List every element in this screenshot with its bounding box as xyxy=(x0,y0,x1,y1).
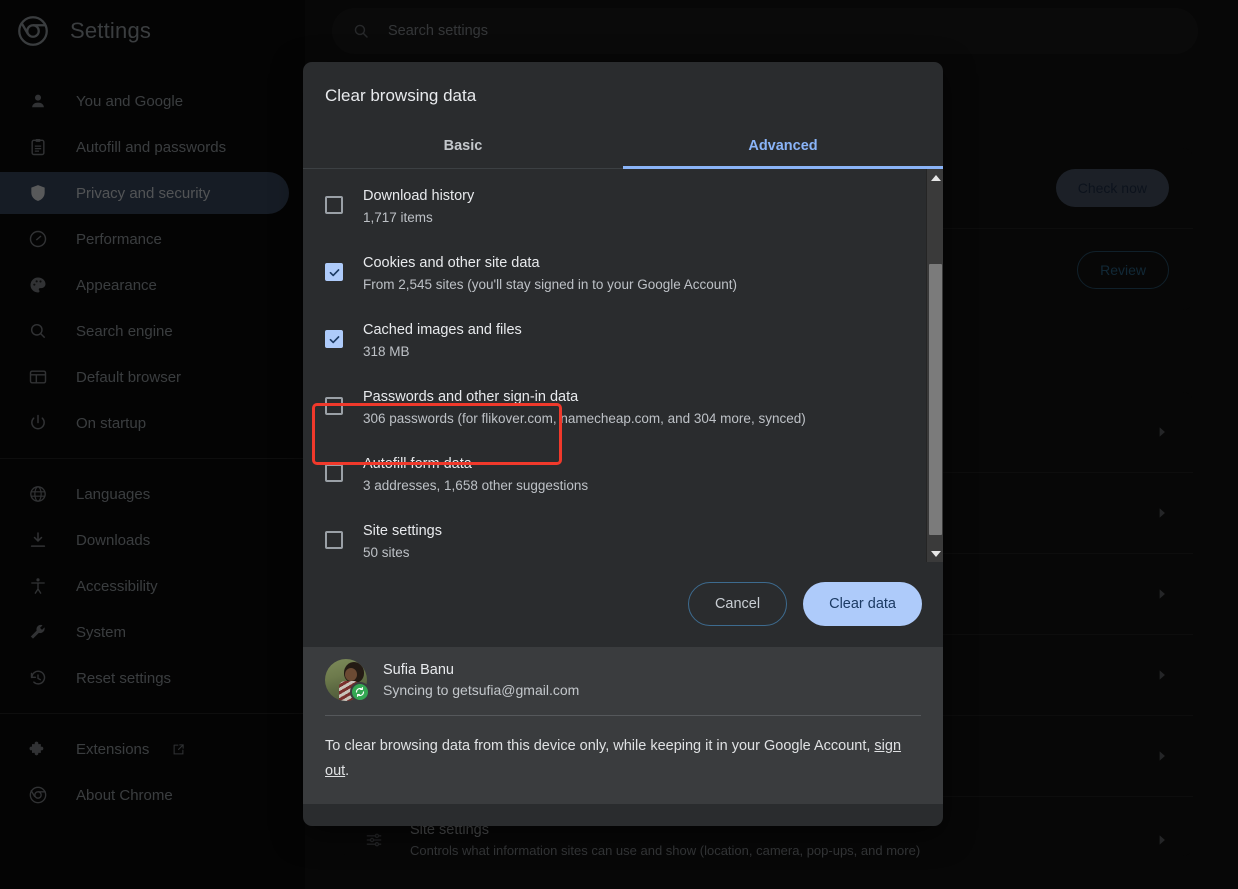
option-title: Passwords and other sign-in data xyxy=(363,389,579,405)
checkbox-download-history[interactable] xyxy=(325,196,343,214)
account-texts: Sufia Banu Syncing to getsufia@gmail.com xyxy=(383,662,579,698)
data-type-list: Download history 1,717 items Cookies and… xyxy=(303,169,943,562)
option-texts: Passwords and other sign-in data 306 pas… xyxy=(363,381,806,426)
checkbox-cached-images-and-files[interactable] xyxy=(325,330,343,348)
settings-window: Settings You and Google Autofill and pas… xyxy=(0,0,1238,889)
option-title: Cookies and other site data xyxy=(363,255,540,271)
sync-icon xyxy=(350,682,370,702)
option-texts: Cookies and other site data From 2,545 s… xyxy=(363,247,737,292)
option-cookies-and-other-site-data[interactable]: Cookies and other site data From 2,545 s… xyxy=(325,236,943,303)
option-subtitle: 3 addresses, 1,658 other suggestions xyxy=(363,478,589,493)
option-subtitle: 318 MB xyxy=(363,344,410,359)
checkbox-autofill-form-data[interactable] xyxy=(325,464,343,482)
scroll-up-arrow-icon[interactable] xyxy=(927,169,943,186)
account-name: Sufia Banu xyxy=(383,662,454,678)
dialog-footer: To clear browsing data from this device … xyxy=(303,715,943,804)
tab-basic[interactable]: Basic xyxy=(303,126,623,168)
option-subtitle: From 2,545 sites (you'll stay signed in … xyxy=(363,277,738,292)
option-site-settings[interactable]: Site settings 50 sites xyxy=(325,504,943,562)
footer-text-before: To clear browsing data from this device … xyxy=(325,738,875,754)
option-title: Site settings xyxy=(363,523,442,539)
option-texts: Cached images and files 318 MB xyxy=(363,314,522,359)
clear-browsing-data-dialog: Clear browsing data Basic Advanced Downl… xyxy=(303,62,943,826)
checkbox-passwords-and-other-sign-in-data[interactable] xyxy=(325,397,343,415)
checkbox-site-settings[interactable] xyxy=(325,531,343,549)
option-subtitle: 50 sites xyxy=(363,545,410,560)
account-section: Sufia Banu Syncing to getsufia@gmail.com xyxy=(303,647,943,715)
scrollbar-thumb[interactable] xyxy=(929,264,942,535)
option-texts: Site settings 50 sites xyxy=(363,515,442,560)
scroll-down-arrow-icon[interactable] xyxy=(927,545,943,562)
footer-divider xyxy=(325,715,921,716)
option-texts: Download history 1,717 items xyxy=(363,180,474,225)
clear-data-button[interactable]: Clear data xyxy=(803,582,922,626)
cancel-button[interactable]: Cancel xyxy=(687,582,788,626)
option-subtitle: 306 passwords (for flikover.com, nameche… xyxy=(363,411,806,426)
option-cached-images-and-files[interactable]: Cached images and files 318 MB xyxy=(325,303,943,370)
data-type-list-inner: Download history 1,717 items Cookies and… xyxy=(303,169,943,562)
option-title: Download history xyxy=(363,188,475,204)
option-passwords-and-other-sign-in-data[interactable]: Passwords and other sign-in data 306 pas… xyxy=(325,370,943,437)
avatar xyxy=(325,659,370,702)
option-title: Cached images and files xyxy=(363,322,522,338)
footer-text-after: . xyxy=(345,762,350,779)
option-title: Autofill form data xyxy=(363,456,472,472)
avatar-face xyxy=(345,668,357,681)
dialog-actions: Cancel Clear data xyxy=(303,562,943,647)
option-texts: Autofill form data 3 addresses, 1,658 ot… xyxy=(363,448,588,493)
list-scrollbar[interactable] xyxy=(926,169,943,562)
dialog-title: Clear browsing data xyxy=(325,86,477,105)
dialog-tabs: Basic Advanced xyxy=(303,126,943,169)
tab-advanced[interactable]: Advanced xyxy=(623,126,943,169)
option-subtitle: 1,717 items xyxy=(363,210,433,225)
footer-text: To clear browsing data from this device … xyxy=(325,734,921,784)
account-sync-status: Syncing to getsufia@gmail.com xyxy=(383,682,580,698)
option-autofill-form-data[interactable]: Autofill form data 3 addresses, 1,658 ot… xyxy=(325,437,943,504)
checkbox-cookies-and-other-site-data[interactable] xyxy=(325,263,343,281)
option-download-history[interactable]: Download history 1,717 items xyxy=(325,169,943,236)
